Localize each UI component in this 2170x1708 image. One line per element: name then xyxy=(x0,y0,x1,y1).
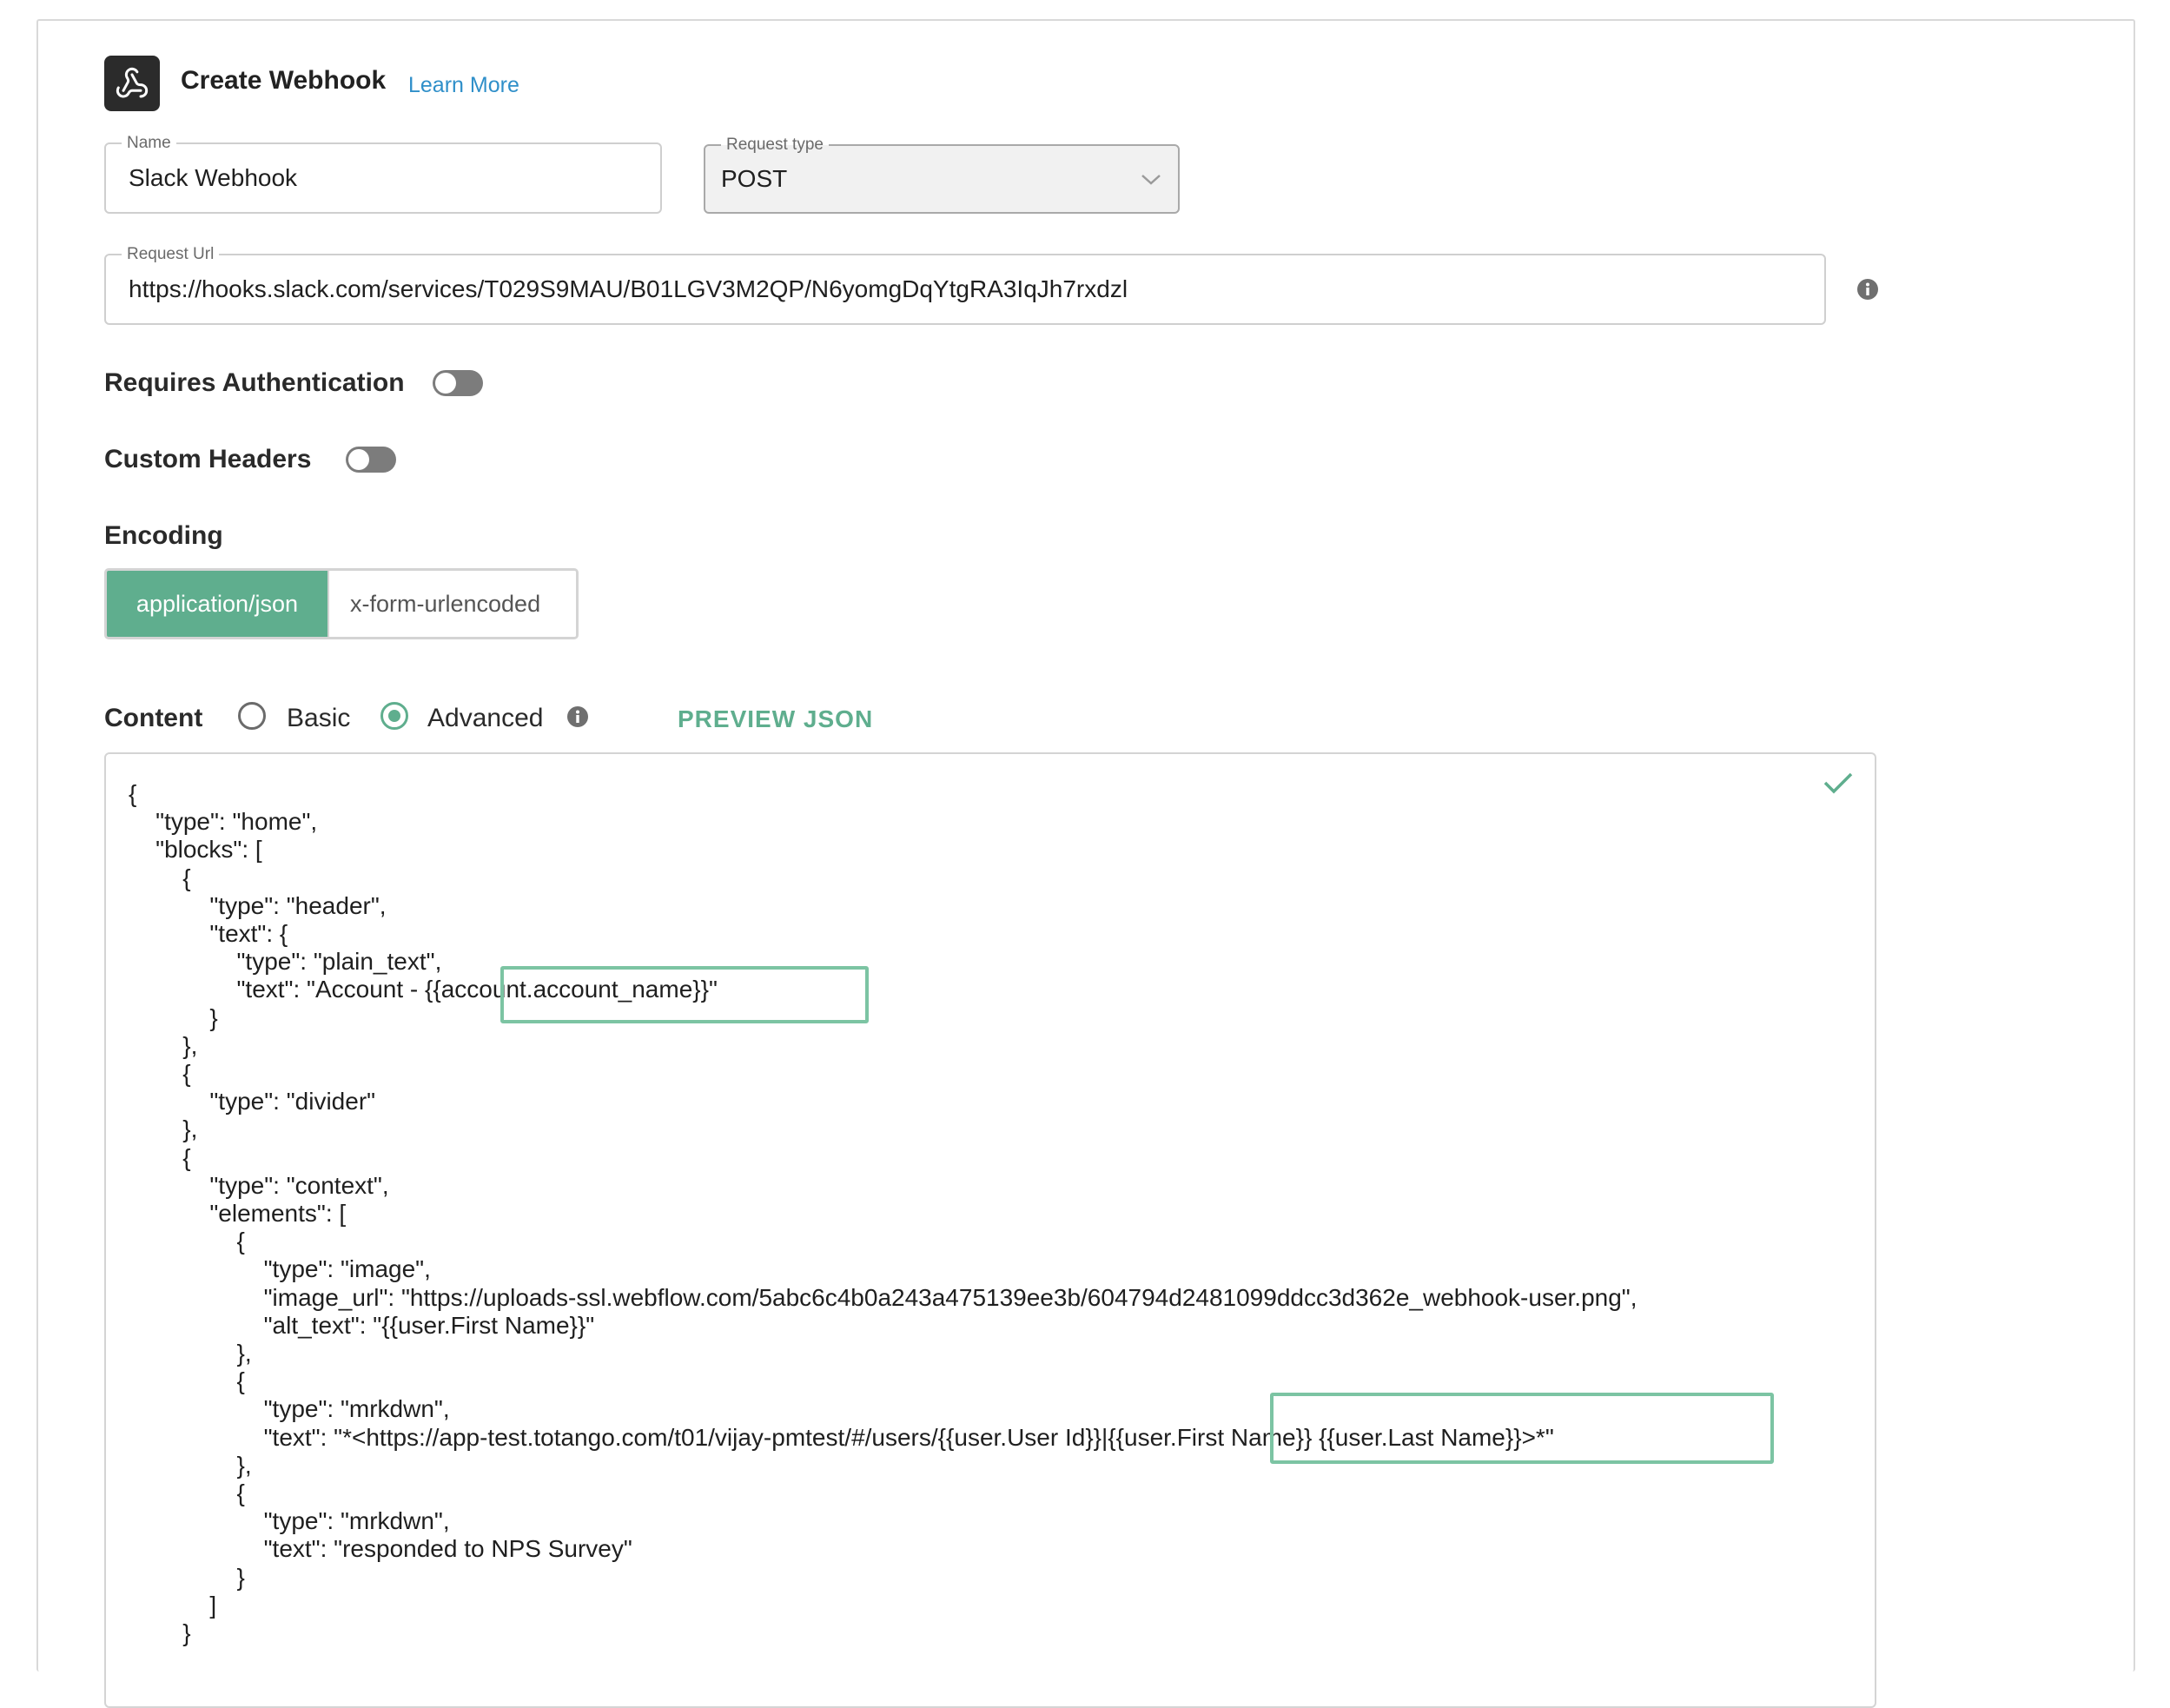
json-code[interactable]: { "type": "home", "blocks": [ { "type": … xyxy=(129,780,1637,1647)
webhook-icon xyxy=(104,56,160,111)
toggle-knob xyxy=(435,373,456,394)
encoding-label: Encoding xyxy=(104,521,223,550)
page-title: Create Webhook xyxy=(181,66,387,95)
advanced-radio[interactable] xyxy=(380,702,408,730)
checkmark-icon xyxy=(1823,770,1854,800)
encoding-segmented-control: application/json x-form-urlencoded xyxy=(104,568,579,639)
preview-json-button[interactable]: PREVIEW JSON xyxy=(678,705,873,733)
chevron-down-icon[interactable] xyxy=(1140,170,1162,192)
advanced-radio-label[interactable]: Advanced xyxy=(427,704,543,733)
toggle-knob xyxy=(348,449,369,470)
info-icon[interactable] xyxy=(566,705,589,728)
requires-auth-toggle[interactable] xyxy=(433,370,483,396)
request-type-value: POST xyxy=(721,165,788,192)
content-label: Content xyxy=(104,704,203,732)
encoding-option-json[interactable]: application/json xyxy=(107,571,327,637)
encoding-option-urlencoded[interactable]: x-form-urlencoded xyxy=(327,571,576,637)
name-field[interactable]: Name Slack Webhook xyxy=(104,134,662,214)
learn-more-link[interactable]: Learn More xyxy=(408,73,519,98)
info-icon[interactable] xyxy=(1856,278,1879,301)
request-type-select[interactable]: Request type POST xyxy=(704,136,1180,214)
request-url-input[interactable]: https://hooks.slack.com/services/T029S9M… xyxy=(129,255,1128,323)
custom-headers-label: Custom Headers xyxy=(104,445,312,473)
request-url-field[interactable]: Request Url https://hooks.slack.com/serv… xyxy=(104,245,1826,325)
requires-auth-label: Requires Authentication xyxy=(104,368,405,397)
basic-radio[interactable] xyxy=(238,702,266,730)
basic-radio-label[interactable]: Basic xyxy=(287,704,350,733)
name-input[interactable]: Slack Webhook xyxy=(129,144,297,212)
custom-headers-toggle[interactable] xyxy=(346,447,396,473)
